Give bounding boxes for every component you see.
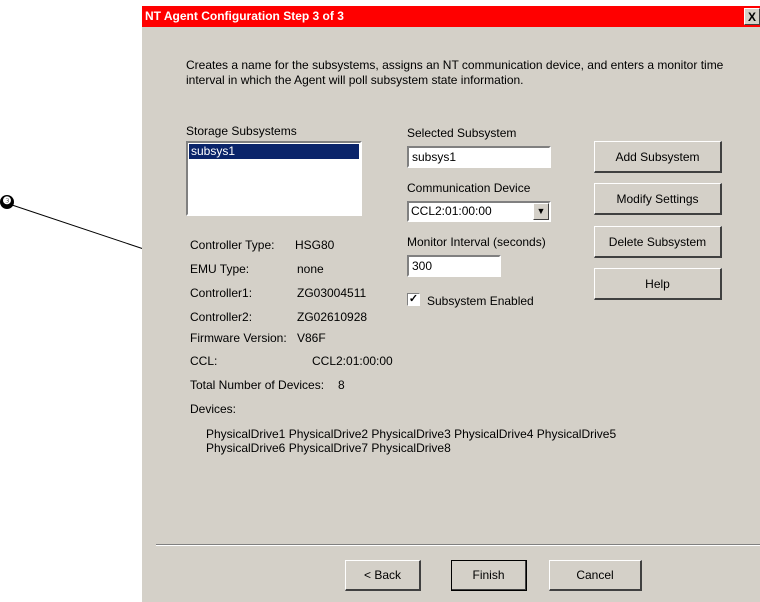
finish-button[interactable]: Finish [451, 560, 527, 591]
storage-subsystems-listbox[interactable]: subsys1 [186, 141, 362, 216]
delete-subsystem-button[interactable]: Delete Subsystem [594, 226, 722, 258]
devices-list-line2: PhysicalDrive6 PhysicalDrive7 PhysicalDr… [206, 441, 451, 455]
devices-list-line1: PhysicalDrive1 PhysicalDrive2 PhysicalDr… [206, 427, 617, 441]
modify-settings-button[interactable]: Modify Settings [594, 183, 722, 215]
devices-label: Devices: [190, 402, 237, 416]
ccl-label: CCL: [190, 354, 218, 368]
controller2-label: Controller2: [190, 310, 253, 324]
list-item-subsys1[interactable]: subsys1 [189, 144, 359, 159]
cancel-button[interactable]: Cancel [549, 560, 642, 591]
firmware-version-label: Firmware Version: [190, 331, 287, 345]
controller1-value: ZG03004511 [297, 286, 367, 300]
ccl-value: CCL2:01:00:00 [312, 354, 393, 368]
dropdown-arrow-icon[interactable]: ▼ [533, 203, 549, 220]
monitor-interval-input[interactable]: 300 [407, 255, 501, 277]
dialog-title: NT Agent Configuration Step 3 of 3 [145, 9, 344, 23]
total-devices-value: 8 [338, 378, 345, 392]
controller1-label: Controller1: [190, 286, 253, 300]
firmware-version-value: V86F [297, 331, 326, 345]
footer-separator [156, 544, 760, 546]
nt-agent-config-dialog: NT Agent Configuration Step 3 of 3 X Cre… [142, 6, 760, 602]
monitor-interval-label: Monitor Interval (seconds) [407, 235, 546, 249]
controller2-value: ZG02610928 [297, 310, 368, 324]
selected-subsystem-input[interactable]: subsys1 [407, 146, 551, 168]
controller-type-label: Controller Type: [190, 238, 275, 252]
dialog-titlebar: NT Agent Configuration Step 3 of 3 X [142, 6, 760, 27]
total-devices-label: Total Number of Devices: [190, 378, 325, 392]
subsystem-enabled-label: Subsystem Enabled [427, 294, 534, 308]
emu-type-value: none [297, 262, 324, 276]
checkmark-icon: ✓ [408, 293, 419, 305]
help-button[interactable]: Help [594, 268, 722, 300]
back-button[interactable]: < Back [345, 560, 421, 591]
controller-type-value: HSG80 [295, 238, 335, 252]
communication-device-value: CCL2:01:00:00 [411, 204, 492, 218]
emu-type-label: EMU Type: [190, 262, 250, 276]
storage-subsystems-label: Storage Subsystems [186, 124, 297, 138]
subsystem-enabled-checkbox[interactable]: ✓ [407, 293, 420, 306]
step-description: Creates a name for the subsystems, assig… [186, 58, 724, 87]
communication-device-label: Communication Device [407, 181, 531, 195]
close-button[interactable]: X [744, 8, 760, 25]
communication-device-select[interactable]: CCL2:01:00:00 ▼ [407, 201, 551, 222]
add-subsystem-button[interactable]: Add Subsystem [594, 141, 722, 173]
selected-subsystem-label: Selected Subsystem [407, 126, 517, 140]
